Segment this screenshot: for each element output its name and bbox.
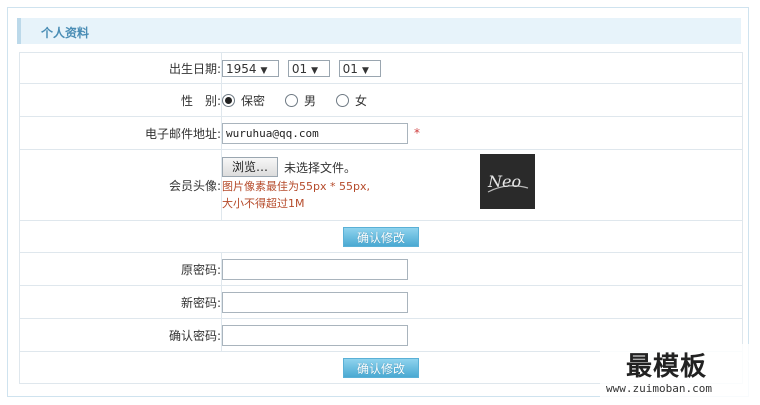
gender-label: 性 别: — [19, 83, 222, 117]
old-password-input[interactable] — [222, 258, 408, 280]
radio-checked-icon — [222, 93, 235, 107]
profile-submit-cell: 确认修改 — [19, 220, 743, 253]
email-row: 电子邮件地址: wuruhua@qq.com * — [19, 116, 743, 150]
month-value: 01 — [291, 61, 308, 76]
email-input[interactable]: wuruhua@qq.com — [222, 122, 408, 144]
chevron-down-icon: ▼ — [311, 65, 319, 76]
gender-radio-male[interactable]: 男 — [285, 92, 316, 109]
watermark-logo-text: 最模板 — [626, 352, 708, 382]
year-value: 1954 — [226, 61, 257, 76]
confirm-password-label: 确认密码: — [19, 318, 222, 352]
gender-field: 保密 男 女 — [221, 83, 743, 117]
gender-option-label: 男 — [304, 93, 317, 108]
avatar-preview: Neo — [480, 154, 535, 209]
day-value: 01 — [342, 61, 358, 76]
year-select[interactable]: 1954 ▼ — [222, 59, 279, 77]
birth-label: 出生日期: — [19, 52, 222, 84]
month-select[interactable]: 01 ▼ — [287, 59, 330, 77]
gender-radio-group: 保密 男 女 — [222, 92, 742, 109]
gender-row: 性 别: 保密 男 女 — [19, 83, 743, 117]
section-header: 个人资料 — [17, 18, 741, 44]
new-password-label: 新密码: — [19, 285, 222, 319]
password-submit-button[interactable]: 确认修改 — [343, 357, 419, 378]
avatar-row: 会员头像: 浏览… 未选择文件。 图片像素最佳为55px * 55px, 大小不得… — [19, 149, 743, 221]
section-title: 个人资料 — [41, 26, 90, 40]
chevron-down-icon: ▼ — [260, 65, 268, 76]
confirm-password-input[interactable] — [222, 324, 408, 346]
watermark-url: www.zuimoban.com — [606, 382, 712, 395]
old-password-cell — [221, 252, 743, 286]
day-select[interactable]: 01 ▼ — [338, 59, 381, 77]
gender-option-label: 保密 — [241, 93, 266, 108]
chevron-down-icon: ▼ — [361, 65, 369, 76]
radio-unchecked-icon — [336, 93, 350, 107]
radio-unchecked-icon — [285, 93, 299, 107]
watermark: 最模板 www.zuimoban.com — [600, 344, 750, 400]
avatar-text: Neo — [487, 172, 521, 191]
old-password-label: 原密码: — [19, 252, 222, 286]
profile-submit-button[interactable]: 确认修改 — [343, 226, 419, 247]
birth-row: 出生日期: 1954 ▼ 01 ▼ 01 ▼ — [19, 52, 743, 84]
old-password-row: 原密码: — [19, 252, 743, 286]
required-mark: * — [414, 126, 420, 140]
profile-submit-row: 确认修改 — [19, 220, 743, 253]
new-password-cell — [221, 285, 743, 319]
avatar-label: 会员头像: — [19, 149, 222, 221]
email-label: 电子邮件地址: — [19, 116, 222, 150]
new-password-row: 新密码: — [19, 285, 743, 319]
email-field-cell: wuruhua@qq.com * — [221, 116, 743, 150]
no-file-text: 未选择文件。 — [284, 160, 357, 175]
profile-panel: 个人资料 出生日期: 1954 ▼ 01 ▼ 01 ▼ 性 别: 保密 男 女 … — [7, 7, 749, 397]
gender-option-label: 女 — [355, 93, 368, 108]
gender-radio-female[interactable]: 女 — [336, 92, 367, 109]
avatar-field: 浏览… 未选择文件。 图片像素最佳为55px * 55px, 大小不得超过1M N… — [221, 149, 743, 221]
gender-radio-secret[interactable]: 保密 — [222, 92, 265, 109]
browse-button[interactable]: 浏览… — [222, 157, 279, 177]
avatar-image: Neo — [480, 154, 535, 209]
new-password-input[interactable] — [222, 291, 408, 313]
birth-field: 1954 ▼ 01 ▼ 01 ▼ — [221, 52, 743, 84]
profile-form: 出生日期: 1954 ▼ 01 ▼ 01 ▼ 性 别: 保密 男 女 电子邮件地… — [19, 52, 743, 384]
